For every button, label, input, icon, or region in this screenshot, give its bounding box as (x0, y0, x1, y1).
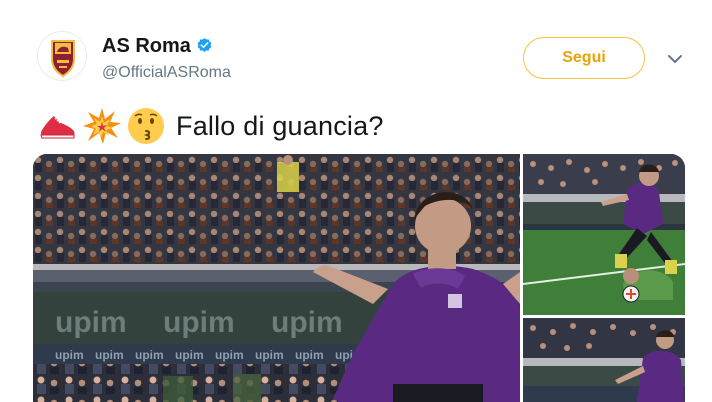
ad-board-text: upim (295, 348, 324, 362)
tweet-text-content: Fallo di guancia? (176, 110, 384, 141)
author-name-row[interactable]: AS Roma (102, 35, 213, 58)
verified-badge-icon (197, 38, 212, 52)
kissing-face-emoji (128, 108, 164, 144)
ad-board-text: upim (215, 348, 244, 362)
ad-board-text: upim (163, 306, 235, 339)
ad-board-text: upim (55, 306, 127, 339)
follow-button[interactable]: Segui (523, 37, 645, 79)
football-photo-main-image: upim upim upim upim upim upim upim upim … (33, 154, 520, 402)
media-grid: upim upim upim upim upim upim upim upim … (33, 154, 685, 402)
chevron-down-icon[interactable] (666, 52, 684, 66)
ad-board-text: upim (55, 348, 84, 362)
ad-board-text-group: upim upim upim (55, 306, 343, 339)
ad-board-text: upim (271, 306, 343, 339)
tweet-text: Fallo di guancia? (38, 104, 384, 148)
author-name[interactable]: AS Roma (102, 35, 191, 57)
ad-board-text: upim (95, 348, 124, 362)
football-photo-side-2-image (523, 318, 685, 402)
tweet-card: AS Roma @OfficialASRoma Segui Fallo di g… (0, 0, 712, 402)
author-handle[interactable]: @OfficialASRoma (102, 64, 231, 82)
football-photo-side-2[interactable] (523, 318, 685, 402)
ad-board-text: upim (175, 348, 204, 362)
football-photo-side-1-image (523, 154, 685, 315)
football-photo-side-1[interactable] (523, 154, 685, 315)
football-photo-main[interactable]: upim upim upim upim upim upim upim upim … (33, 154, 520, 402)
ad-board-text: upim (255, 348, 284, 362)
author-avatar[interactable] (37, 31, 87, 81)
ad-board-text: upim (135, 348, 164, 362)
collision-emoji (83, 108, 121, 144)
sneaker-emoji (40, 116, 75, 139)
as-roma-crest-icon (51, 40, 75, 78)
